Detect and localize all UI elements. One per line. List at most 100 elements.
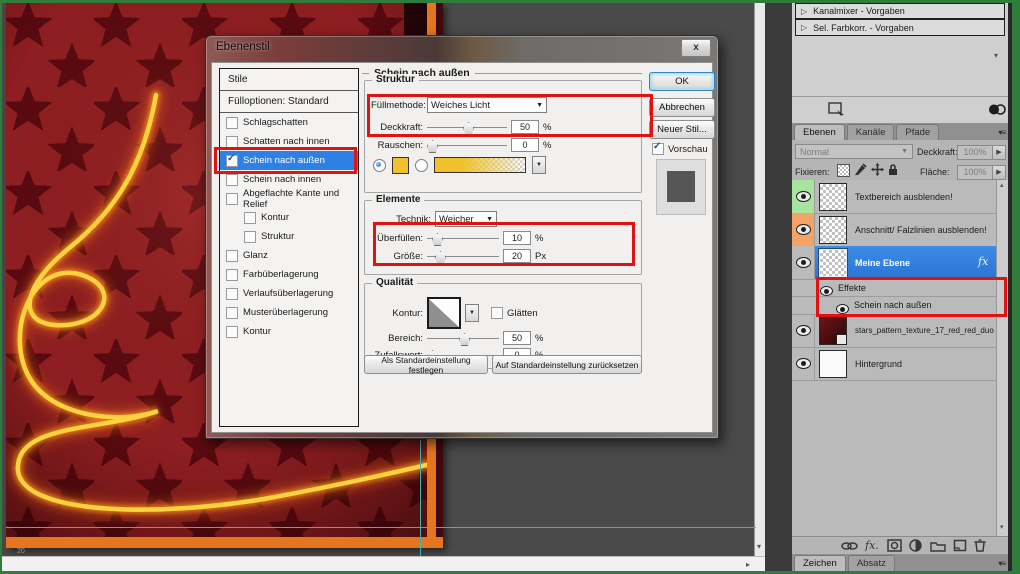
range-value[interactable]: 50: [503, 331, 531, 345]
tab-zeichen[interactable]: Zeichen: [794, 555, 846, 571]
reset-default-button[interactable]: Auf Standardeinstellung zurücksetzen: [492, 355, 642, 374]
new-group-icon[interactable]: [930, 540, 946, 552]
style-item-struktur-sub[interactable]: Struktur: [220, 227, 358, 246]
expand-triangle-icon[interactable]: ▷: [801, 23, 807, 32]
checkbox[interactable]: [244, 212, 256, 224]
style-item-farbueberlagerung[interactable]: Farbüberlagerung: [220, 265, 358, 284]
expand-triangle-icon[interactable]: ▷: [801, 7, 807, 16]
tab-absatz[interactable]: Absatz: [848, 555, 895, 571]
gradient-radio[interactable]: [415, 159, 428, 172]
slider-thumb[interactable]: [463, 122, 474, 135]
gradient-swatch[interactable]: [434, 157, 526, 173]
gradient-picker-arrow-icon[interactable]: ▼: [532, 156, 546, 174]
checkbox[interactable]: [226, 326, 238, 338]
eye-icon[interactable]: [796, 257, 811, 268]
style-item-glanz[interactable]: Glanz: [220, 246, 358, 265]
size-slider[interactable]: [427, 250, 499, 262]
contour-thumbnail[interactable]: [427, 297, 461, 329]
layer-thumbnail[interactable]: [819, 183, 847, 211]
checkbox[interactable]: [226, 117, 238, 129]
layer-row-schein-nach-aussen[interactable]: Schein nach außen: [792, 296, 999, 315]
tab-ebenen[interactable]: Ebenen: [794, 124, 845, 140]
checkbox[interactable]: [244, 231, 256, 243]
color-radio-selected[interactable]: [373, 159, 386, 172]
style-item-schein-nach-innen[interactable]: Schein nach innen: [220, 170, 358, 189]
eye-icon[interactable]: [796, 325, 811, 336]
visibility-cell[interactable]: [792, 180, 815, 213]
panel-menu-icon[interactable]: ▾≡: [998, 128, 1005, 137]
slider-thumb[interactable]: [435, 251, 446, 264]
fill-options-item[interactable]: Fülloptionen: Standard: [220, 91, 358, 113]
scroll-right-icon[interactable]: ▸: [746, 561, 750, 569]
noise-value[interactable]: 0: [511, 138, 539, 152]
eye-icon[interactable]: [796, 224, 811, 235]
fx-badge[interactable]: fx: [978, 255, 988, 268]
preview-checkbox[interactable]: [652, 143, 664, 155]
antialias-checkbox[interactable]: [491, 307, 503, 319]
opacity-value[interactable]: 50: [511, 120, 539, 134]
style-item-schatten-nach-innen[interactable]: Schatten nach innen: [220, 132, 358, 151]
style-item-abgeflachte-kante[interactable]: Abgeflachte Kante und Relief: [220, 189, 358, 208]
layer-row-effekte[interactable]: Effekte: [792, 279, 999, 297]
slider-thumb[interactable]: [432, 233, 443, 246]
style-item-schein-nach-aussen[interactable]: Schein nach außen: [220, 151, 358, 170]
style-item-verlaufsueberlagerung[interactable]: Verlaufsüberlagerung: [220, 284, 358, 303]
checkbox[interactable]: [226, 288, 238, 300]
layer-thumbnail[interactable]: [819, 249, 847, 277]
noise-slider[interactable]: [427, 139, 507, 151]
blend-mode-combo[interactable]: Normal▼: [795, 144, 913, 159]
visibility-cell[interactable]: [792, 213, 815, 246]
layer-row-meine-ebene[interactable]: Meine Ebene fx ▲: [792, 246, 1008, 280]
style-item-schlagschatten[interactable]: Schlagschatten: [220, 113, 358, 132]
checkbox[interactable]: [226, 193, 238, 205]
new-layer-icon[interactable]: [953, 539, 967, 552]
spread-value[interactable]: 10: [503, 231, 531, 245]
new-style-button[interactable]: Neuer Stil...: [649, 120, 715, 139]
move-icon[interactable]: [871, 163, 884, 176]
dock-circles-icon[interactable]: [988, 103, 1006, 116]
checkbox[interactable]: [226, 174, 238, 186]
checkbox[interactable]: [226, 269, 238, 281]
close-icon[interactable]: x: [681, 39, 711, 57]
fill-spinner-icon[interactable]: ▶: [992, 165, 1006, 180]
preset-grid-icon[interactable]: [828, 102, 846, 118]
layer-mask-icon[interactable]: [887, 539, 902, 552]
checkbox[interactable]: [226, 250, 238, 262]
style-item-kontur[interactable]: Kontur: [220, 322, 358, 341]
visibility-cell[interactable]: [792, 314, 815, 347]
checkbox[interactable]: [226, 307, 238, 319]
eye-icon[interactable]: [796, 358, 811, 369]
layer-row-hintergrund[interactable]: Hintergrund: [792, 347, 999, 381]
scroll-up-icon[interactable]: ▴: [1000, 182, 1004, 190]
horizontal-scrollbar[interactable]: ▸: [2, 556, 765, 572]
slider-thumb[interactable]: [427, 140, 438, 153]
checkbox[interactable]: [226, 136, 238, 148]
scroll-down-icon[interactable]: ▾: [1000, 524, 1004, 532]
ok-button[interactable]: OK: [649, 72, 715, 91]
size-value[interactable]: 20: [503, 249, 531, 263]
scroll-down-icon[interactable]: ▾: [757, 543, 761, 551]
contour-picker-arrow-icon[interactable]: ▼: [465, 304, 479, 322]
tab-pfade[interactable]: Pfade: [896, 124, 939, 140]
link-layers-icon[interactable]: [841, 540, 858, 552]
blend-mode-select[interactable]: Weiches Licht▼: [427, 97, 547, 113]
spread-slider[interactable]: [427, 232, 499, 244]
style-item-musterueberlagerung[interactable]: Musterüberlagerung: [220, 303, 358, 322]
layer-thumbnail[interactable]: [819, 216, 847, 244]
styles-header[interactable]: Stile: [220, 69, 358, 91]
layer-style-fx-icon[interactable]: fx.: [865, 539, 880, 552]
scroll-down-icon[interactable]: ▾: [994, 52, 998, 60]
delete-layer-icon[interactable]: [974, 539, 986, 552]
fill-value[interactable]: 100%: [957, 165, 993, 180]
preset-item-sel-farbkorr[interactable]: ▷ Sel. Farbkorr. - Vorgaben: [795, 19, 1005, 36]
opacity-slider[interactable]: [427, 121, 507, 133]
color-swatch[interactable]: [392, 157, 409, 174]
checkbox-checked[interactable]: [226, 155, 238, 167]
tab-kanaele[interactable]: Kanäle: [847, 124, 895, 140]
eye-icon[interactable]: [836, 304, 849, 314]
style-item-kontur-sub[interactable]: Kontur: [220, 208, 358, 227]
slider-thumb[interactable]: [459, 333, 470, 346]
panel-menu-icon[interactable]: ▾≡: [998, 559, 1005, 568]
eye-icon[interactable]: [820, 286, 833, 296]
opacity-value[interactable]: 100%: [957, 145, 993, 160]
